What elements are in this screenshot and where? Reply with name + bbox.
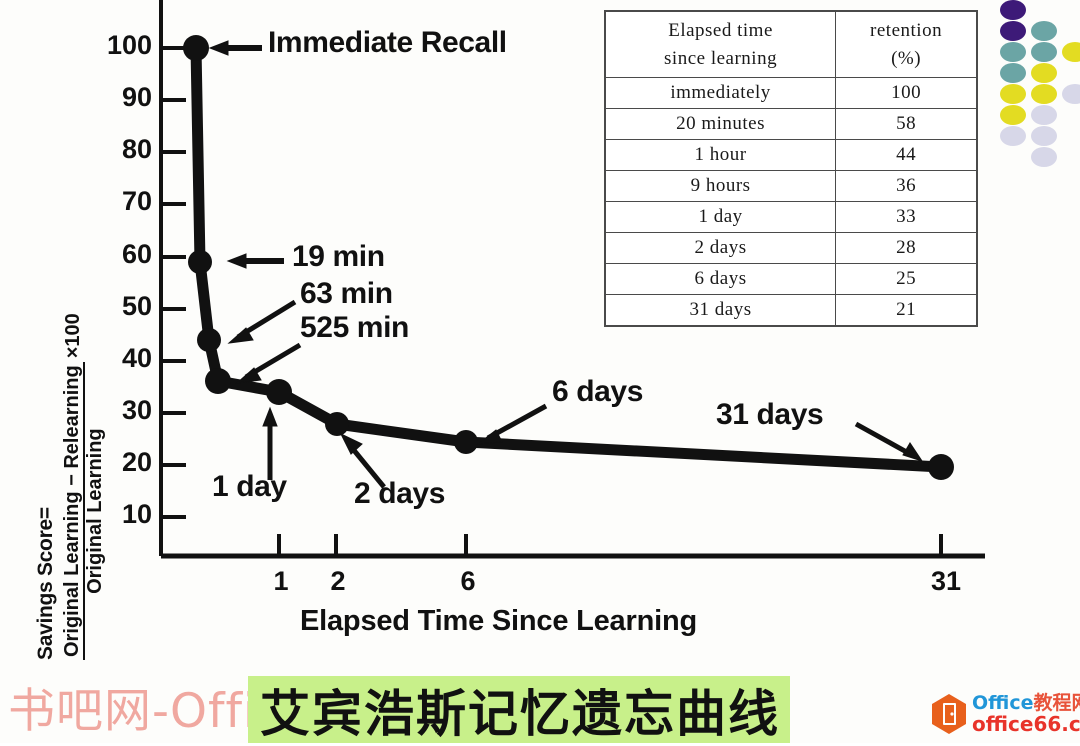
retention-data-table: Elapsed time since learning retention (%… [604, 10, 978, 327]
y-axis-ticks [161, 48, 186, 517]
header-retention-line2: (%) [838, 45, 974, 73]
y-axis-multiplier: ×100 [62, 313, 85, 358]
table-row: 6 days 25 [605, 264, 977, 295]
cell-time: 1 day [605, 202, 836, 233]
cell-time: 9 hours [605, 171, 836, 202]
cell-retention: 25 [836, 264, 977, 295]
table-header-row: Elapsed time since learning retention (%… [605, 11, 977, 78]
logo-text-block: Office教程网 office66.cn [972, 694, 1080, 734]
table-row: 1 day 33 [605, 202, 977, 233]
y-axis-prefix-text: Savings Score [34, 519, 57, 660]
cell-time: 6 days [605, 264, 836, 295]
logo-line-1: Office教程网 [972, 694, 1080, 713]
decorative-dot [1000, 0, 1026, 20]
decorative-dot [1031, 63, 1057, 83]
decorative-dot [1031, 126, 1057, 146]
cell-retention: 33 [836, 202, 977, 233]
annotation-31-days: 31 days [716, 398, 823, 432]
cell-retention: 36 [836, 171, 977, 202]
y-axis-denominator: Original Learning [85, 425, 106, 597]
decorative-dot [1031, 105, 1057, 125]
office-tutorial-logo[interactable]: Office教程网 office66.cn [930, 690, 1076, 738]
table-header-retention: retention (%) [836, 11, 977, 78]
annotation-1-day: 1 day [212, 470, 287, 504]
table-row: 2 days 28 [605, 233, 977, 264]
y-axis-equals: = [34, 507, 57, 519]
ytick-90: 90 [82, 82, 152, 113]
decorative-dot [1000, 21, 1026, 41]
decorative-dot [1031, 84, 1057, 104]
decorative-dot [1031, 147, 1057, 167]
cell-retention: 58 [836, 109, 977, 140]
table-row: 31 days 21 [605, 295, 977, 327]
logo-office-word: Office [972, 692, 1034, 714]
cell-time: 1 hour [605, 140, 836, 171]
slide-canvas: 100 90 80 70 60 50 40 30 20 10 1 2 6 31 … [0, 0, 1080, 743]
y-axis-formula: Original Learning − Relearning Original … [62, 313, 106, 660]
cell-retention: 100 [836, 78, 977, 109]
cell-time: 31 days [605, 295, 836, 327]
xtick-1: 1 [273, 566, 288, 597]
ytick-100: 100 [82, 30, 152, 61]
cell-retention: 21 [836, 295, 977, 327]
chart-title-chinese: 艾宾浩斯记忆遗忘曲线 [250, 678, 790, 742]
header-elapsed-line1: Elapsed time [608, 17, 833, 45]
decorative-dot [1031, 21, 1057, 41]
decorative-dot [1000, 126, 1026, 146]
y-axis-prefix-label: Savings Score= [34, 507, 58, 660]
office-hexagon-icon [930, 693, 968, 735]
xtick-2: 2 [330, 566, 345, 597]
annotation-immediate-recall: Immediate Recall [268, 26, 507, 60]
ytick-60: 60 [82, 239, 152, 270]
ytick-70: 70 [82, 186, 152, 217]
table-row: 9 hours 36 [605, 171, 977, 202]
y-axis-numerator: Original Learning − Relearning [62, 362, 85, 660]
header-retention-line1: retention [838, 17, 974, 45]
x-axis-title: Elapsed Time Since Learning [300, 605, 697, 638]
x-axis-ticks [279, 534, 941, 556]
table-row: immediately 100 [605, 78, 977, 109]
cell-time: 20 minutes [605, 109, 836, 140]
ytick-80: 80 [82, 134, 152, 165]
table-header-elapsed-time: Elapsed time since learning [605, 11, 836, 78]
annotation-2-days: 2 days [354, 477, 445, 511]
cell-time: immediately [605, 78, 836, 109]
annotation-6-days: 6 days [552, 375, 643, 409]
annotation-19-min: 19 min [292, 240, 385, 274]
logo-cn-word: 教程网 [1034, 692, 1080, 714]
table-body: immediately 100 20 minutes 58 1 hour 44 … [605, 78, 977, 327]
y-axis-fraction: Original Learning − Relearning Original … [62, 362, 106, 660]
cell-retention: 44 [836, 140, 977, 171]
decorative-dot [1062, 84, 1080, 104]
decorative-dot [1062, 42, 1080, 62]
table-row: 20 minutes 58 [605, 109, 977, 140]
xtick-31: 31 [931, 566, 961, 597]
decorative-dot [1000, 42, 1026, 62]
decorative-dot [1000, 105, 1026, 125]
cell-time: 2 days [605, 233, 836, 264]
cell-retention: 28 [836, 233, 977, 264]
header-elapsed-line2: since learning [608, 45, 833, 73]
decorative-dot [1031, 42, 1057, 62]
annotation-63-min: 63 min [300, 277, 393, 311]
annotation-525-min: 525 min [300, 311, 409, 345]
decorative-dot [1000, 63, 1026, 83]
decorative-dot [1000, 84, 1026, 104]
logo-line-2: office66.cn [972, 714, 1080, 734]
xtick-6: 6 [460, 566, 475, 597]
table-header: Elapsed time since learning retention (%… [605, 11, 977, 78]
table-row: 1 hour 44 [605, 140, 977, 171]
decorative-dot-pattern [1000, 0, 1080, 150]
